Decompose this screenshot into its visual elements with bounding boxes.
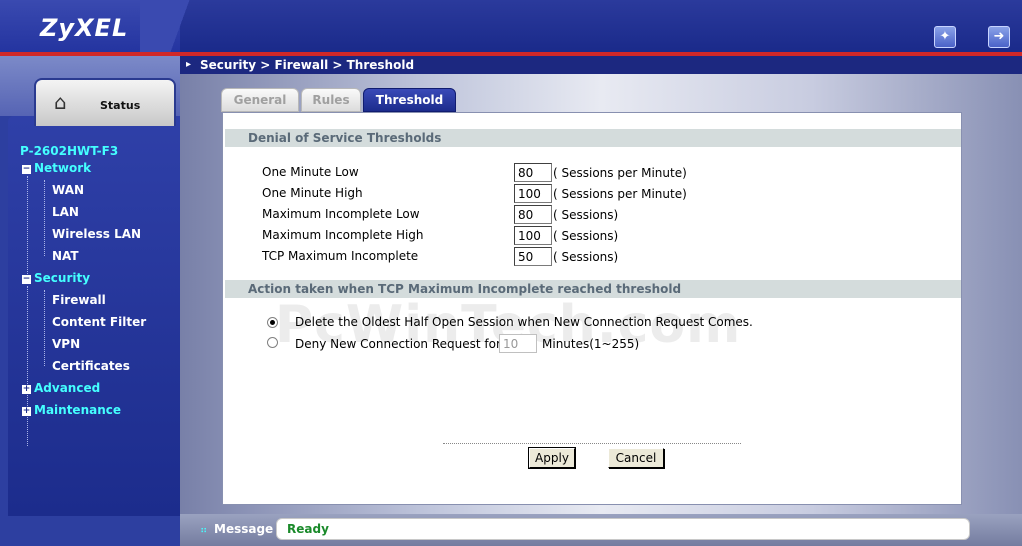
- nav-item-lan[interactable]: LAN: [52, 205, 79, 219]
- breadcrumb-bar: ▸ Security > Firewall > Threshold: [180, 56, 1022, 74]
- delete-oldest-label: Delete the Oldest Half Open Session when…: [295, 315, 753, 329]
- nav-group-network[interactable]: − Network: [22, 161, 91, 175]
- status-tab[interactable]: ⌂ Status: [34, 78, 176, 126]
- nav-item-wireless-lan[interactable]: Wireless LAN: [52, 227, 141, 241]
- max-incomplete-low-input[interactable]: [514, 205, 552, 224]
- router-icon: ⌂: [54, 90, 67, 114]
- nav-item-certificates[interactable]: Certificates: [52, 359, 130, 373]
- message-text: Ready: [287, 522, 329, 536]
- collapse-icon[interactable]: −: [22, 275, 31, 284]
- header-bar: ZyXEL ✦ ➜: [0, 0, 1022, 52]
- nav-item-vpn[interactable]: VPN: [52, 337, 80, 351]
- unit-tcp-max-incomplete: ( Sessions): [553, 250, 619, 264]
- deny-connection-label: Deny New Connection Request for: [295, 337, 501, 351]
- section-dos-thresholds: Denial of Service Thresholds: [225, 129, 961, 147]
- label-max-incomplete-low: Maximum Incomplete Low: [262, 207, 420, 221]
- nav-group-security[interactable]: − Security: [22, 271, 90, 285]
- message-box: Ready: [276, 518, 970, 540]
- expand-icon[interactable]: +: [22, 385, 31, 394]
- tree-line: [44, 290, 45, 366]
- label-one-minute-low: One Minute Low: [262, 165, 359, 179]
- label-max-incomplete-high: Maximum Incomplete High: [262, 228, 424, 242]
- nav-item-firewall[interactable]: Firewall: [52, 293, 106, 307]
- max-incomplete-high-input[interactable]: [514, 226, 552, 245]
- nav-item-wan[interactable]: WAN: [52, 183, 84, 197]
- tree-line: [27, 286, 28, 446]
- nav-item-content-filter[interactable]: Content Filter: [52, 315, 146, 329]
- nav-group-advanced[interactable]: + Advanced: [22, 381, 100, 395]
- logout-icon[interactable]: ➜: [988, 26, 1010, 48]
- tab-rules[interactable]: Rules: [301, 88, 361, 112]
- one-minute-high-input[interactable]: [514, 184, 552, 203]
- deny-minutes-suffix: Minutes(1~255): [542, 337, 640, 351]
- tab-threshold[interactable]: Threshold: [363, 88, 456, 112]
- delete-oldest-radio[interactable]: [267, 317, 278, 328]
- message-label: Message: [214, 522, 274, 536]
- tcp-max-incomplete-input[interactable]: [514, 247, 552, 266]
- tree-line: [27, 176, 28, 276]
- deny-connection-radio[interactable]: [267, 337, 278, 348]
- threshold-panel: Denial of Service Thresholds One Minute …: [222, 112, 962, 505]
- cancel-button[interactable]: Cancel: [608, 448, 664, 468]
- tree-line: [44, 180, 45, 256]
- breadcrumb-arrow-icon: ▸: [186, 59, 192, 70]
- wizard-icon[interactable]: ✦: [934, 26, 956, 48]
- label-tcp-max-incomplete: TCP Maximum Incomplete: [262, 249, 419, 263]
- unit-one-minute-high: ( Sessions per Minute): [553, 187, 687, 201]
- main-content: ▸ Security > Firewall > Threshold Genera…: [180, 56, 1022, 546]
- one-minute-low-input[interactable]: [514, 163, 552, 182]
- expand-icon[interactable]: +: [22, 407, 31, 416]
- tab-general[interactable]: General: [221, 88, 299, 112]
- section-tcp-action: Action taken when TCP Maximum Incomplete…: [225, 280, 961, 298]
- unit-max-incomplete-low: ( Sessions): [553, 208, 619, 222]
- zyxel-logo: ZyXEL: [40, 14, 129, 42]
- unit-one-minute-low: ( Sessions per Minute): [553, 166, 687, 180]
- message-dots-icon: ⠶: [200, 525, 208, 536]
- unit-max-incomplete-high: ( Sessions): [553, 229, 619, 243]
- apply-button[interactable]: Apply: [528, 447, 576, 469]
- nav-group-maintenance[interactable]: + Maintenance: [22, 403, 121, 417]
- label-one-minute-high: One Minute High: [262, 186, 363, 200]
- device-name: P-2602HWT-F3: [20, 144, 119, 158]
- sidebar: ⌂ Status P-2602HWT-F3 − Network WAN LAN W…: [0, 56, 180, 546]
- breadcrumb: Security > Firewall > Threshold: [200, 58, 415, 72]
- collapse-icon[interactable]: −: [22, 165, 31, 174]
- status-label: Status: [100, 99, 141, 112]
- message-bar: ⠶ Message Ready: [180, 514, 1022, 546]
- deny-minutes-input[interactable]: [499, 334, 537, 353]
- nav-item-nat[interactable]: NAT: [52, 249, 79, 263]
- button-divider: [443, 443, 741, 444]
